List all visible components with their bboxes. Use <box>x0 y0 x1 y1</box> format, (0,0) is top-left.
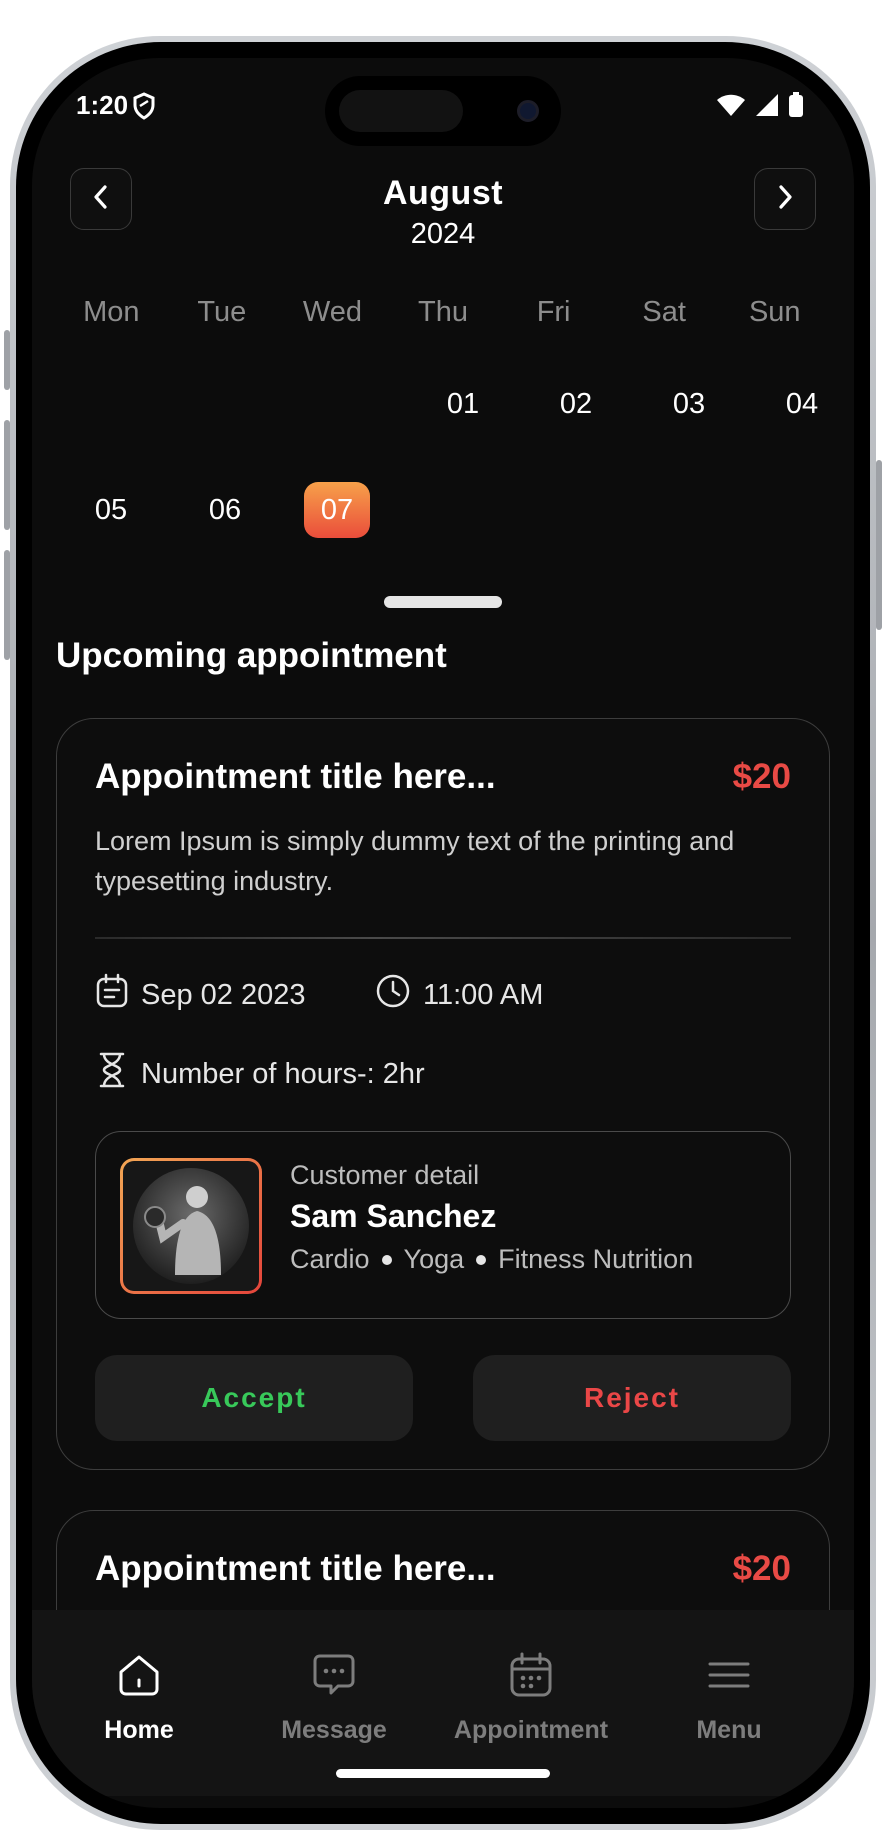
home-indicator[interactable] <box>336 1769 550 1778</box>
calendar-icon <box>436 1652 626 1698</box>
tag: Cardio <box>290 1244 370 1274</box>
calendar-day[interactable]: 01 <box>430 376 496 432</box>
avatar <box>120 1158 262 1294</box>
customer-label: Customer detail <box>290 1160 480 1190</box>
calendar-year: 2024 <box>410 218 476 250</box>
appointment-date: Sep 02 2023 <box>95 973 305 1017</box>
nav-menu[interactable]: Menu <box>634 1652 824 1745</box>
chevron-right-icon <box>775 184 795 215</box>
divider <box>95 937 791 939</box>
menu-icon <box>634 1652 824 1698</box>
appointment-title: Appointment title here... <box>95 757 496 796</box>
customer-tags: Cardio Yoga Fitness Nutrition <box>290 1244 693 1275</box>
status-icons <box>716 92 804 123</box>
customer-name: Sam Sanchez <box>290 1198 497 1234</box>
appointment-time: 11:00 AM <box>375 973 543 1017</box>
phone-frame: 1:20 August 2024 Mon Tue Wed Thu Fri Sat… <box>10 36 876 1830</box>
nav-appointment[interactable]: Appointment <box>436 1652 626 1745</box>
status-time: 1:20 <box>76 90 129 120</box>
accept-button[interactable]: Accept <box>95 1355 413 1441</box>
separator-dot <box>381 1254 392 1265</box>
tag: Fitness Nutrition <box>498 1244 694 1274</box>
weekday-header: Mon Tue Wed Thu Fri Sat Sun <box>56 296 830 329</box>
avatar-photo <box>133 1168 249 1284</box>
weekday-label: Sat <box>642 296 686 328</box>
hours-text: Number of hours-: 2hr <box>141 1057 425 1090</box>
weekday-label: Fri <box>536 296 571 328</box>
reject-button[interactable]: Reject <box>473 1355 791 1441</box>
date-text: Sep 02 2023 <box>141 978 306 1011</box>
appointment-title: Appointment title here... <box>95 1549 496 1588</box>
calendar-icon <box>95 973 129 1017</box>
shield-icon <box>132 92 156 125</box>
dynamic-island <box>325 76 561 146</box>
time-text: 11:00 AM <box>423 978 544 1011</box>
next-month-button[interactable] <box>754 168 816 230</box>
app-screen: 1:20 August 2024 Mon Tue Wed Thu Fri Sat… <box>32 58 854 1808</box>
home-icon <box>44 1652 234 1698</box>
customer-detail-box[interactable]: Customer detail Sam Sanchez Cardio Yoga … <box>95 1131 791 1319</box>
nav-home[interactable]: Home <box>44 1652 234 1745</box>
nav-label: Appointment <box>453 1716 609 1744</box>
calendar-day-selected[interactable]: 07 <box>304 482 370 538</box>
calendar-day[interactable]: 03 <box>656 376 722 432</box>
nav-message[interactable]: Message <box>239 1652 429 1745</box>
nav-label: Menu <box>696 1716 762 1744</box>
calendar-day[interactable]: 06 <box>192 482 258 538</box>
appointment-description: Lorem Ipsum is simply dummy text of the … <box>95 826 735 896</box>
calendar-day[interactable]: 05 <box>78 482 144 538</box>
section-title: Upcoming appointment <box>56 636 447 675</box>
nav-label: Message <box>281 1716 387 1744</box>
separator-dot <box>476 1254 487 1265</box>
message-icon <box>239 1652 429 1698</box>
weekday-label: Sun <box>748 296 801 328</box>
power-button <box>876 460 882 630</box>
weekday-label: Thu <box>418 296 469 328</box>
wifi-icon <box>716 93 746 122</box>
calendar-day[interactable]: 04 <box>769 376 835 432</box>
drag-handle[interactable] <box>384 596 502 608</box>
signal-icon <box>754 93 780 122</box>
weekday-label: Tue <box>197 296 247 328</box>
weekday-label: Wed <box>302 296 362 328</box>
appointment-card: Appointment title here... $20 Lorem Ipsu… <box>56 718 830 1470</box>
clock-icon <box>375 973 411 1017</box>
battery-icon <box>788 92 804 123</box>
weekday-label: Mon <box>83 296 140 328</box>
appointment-price: $20 <box>732 757 791 796</box>
bottom-nav: Home Message Appointment Menu <box>32 1610 854 1796</box>
appointment-price: $20 <box>732 1549 791 1588</box>
nav-label: Home <box>104 1716 174 1744</box>
appointment-hours: Number of hours-: 2hr <box>95 1051 425 1097</box>
hourglass-icon <box>95 1051 129 1097</box>
tag: Yoga <box>403 1244 465 1274</box>
calendar-month: August <box>382 174 504 212</box>
calendar-day[interactable]: 02 <box>543 376 609 432</box>
